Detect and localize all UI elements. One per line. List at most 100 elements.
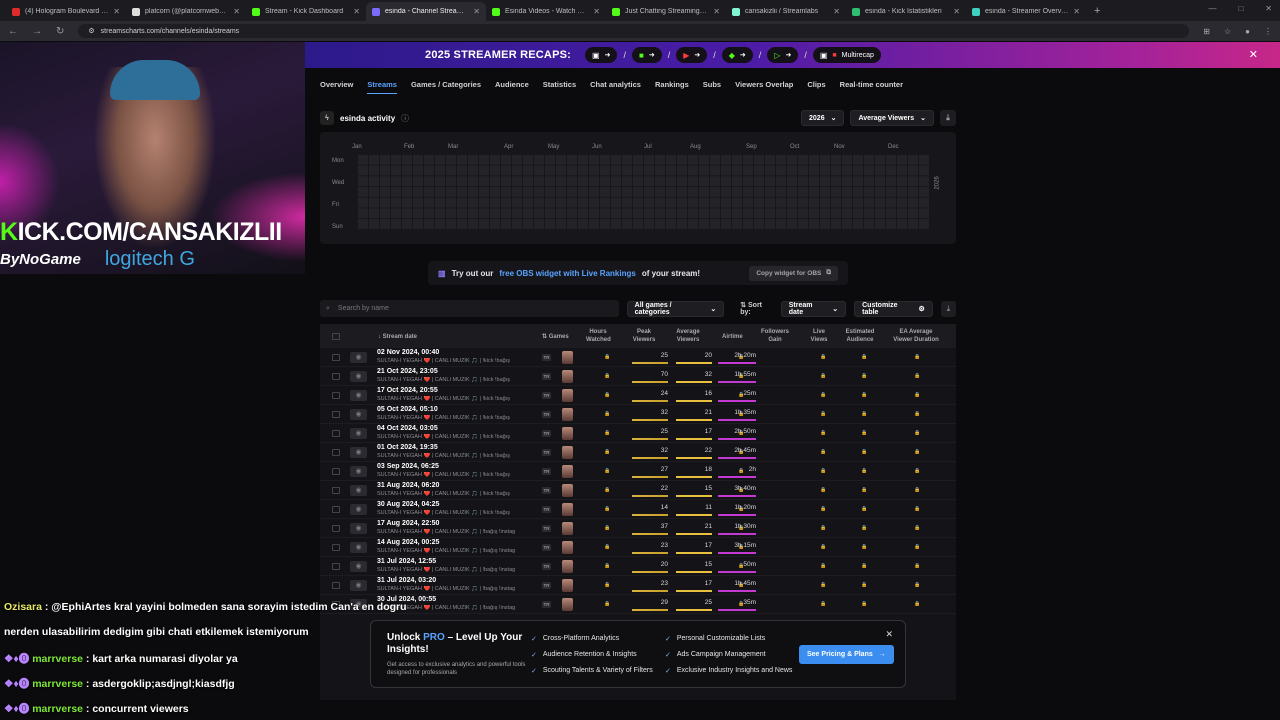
game-thumbnail[interactable]	[562, 408, 573, 421]
maximize-icon[interactable]: □	[1238, 4, 1243, 13]
col-games[interactable]: ⇅ Games	[542, 333, 569, 341]
translate-icon[interactable]: ⊞	[1203, 27, 1210, 36]
watch-icon[interactable]: ◉	[350, 485, 367, 496]
nav-tab-statistics[interactable]: Statistics	[543, 80, 576, 94]
sort-select[interactable]: Stream date ⌄	[780, 300, 847, 317]
game-thumbnail[interactable]	[562, 503, 573, 516]
browser-tab[interactable]: esinda - Channel Streams on Tw ✕	[366, 2, 486, 21]
browser-tab[interactable]: cansakizlii / Streamlabs ✕	[726, 2, 846, 21]
col-airtime[interactable]: Airtime	[722, 333, 743, 341]
minimize-icon[interactable]: —	[1208, 4, 1216, 13]
table-row[interactable]: ◉ 31 Jul 2024, 12:55 SULTAN-I YEGAH ❤️ | C…	[320, 557, 956, 576]
site-info-icon[interactable]: ⚙	[88, 27, 94, 35]
games-filter-select[interactable]: All games / categories ⌄	[626, 300, 725, 317]
browser-tab[interactable]: (4) Hologram Boulevard - Y ✕	[6, 2, 126, 21]
table-row[interactable]: ◉ 30 Aug 2024, 04:25 SULTAN-I YEGAH ❤️ | C…	[320, 500, 956, 519]
recap-pill-1[interactable]: ▣ ➜	[585, 47, 618, 63]
close-window-icon[interactable]: ✕	[1265, 4, 1272, 13]
browser-menu-icon[interactable]: ⋮	[1264, 27, 1272, 36]
nav-tab-clips[interactable]: Clips	[807, 80, 825, 94]
watch-icon[interactable]: ◉	[350, 447, 367, 458]
metric-select[interactable]: Average Viewers ⌄	[850, 110, 934, 126]
close-tab-icon[interactable]: ✕	[1073, 7, 1080, 16]
game-thumbnail[interactable]	[562, 598, 573, 611]
watch-icon[interactable]: ◉	[350, 580, 367, 591]
profile-avatar[interactable]: ●	[1245, 27, 1250, 36]
row-checkbox[interactable]	[332, 411, 340, 418]
row-checkbox[interactable]	[332, 449, 340, 456]
watch-icon[interactable]: ◉	[350, 561, 367, 572]
col-live-views[interactable]: Live Views	[808, 328, 830, 344]
table-row[interactable]: ◉ 17 Oct 2024, 20:55 SULTAN-I YEGAH ❤️ | C…	[320, 386, 956, 405]
col-ea-avg-duration[interactable]: EA Average Viewer Duration	[892, 328, 940, 344]
see-pricing-button[interactable]: See Pricing & Plans →	[799, 645, 894, 664]
watch-icon[interactable]: ◉	[350, 504, 367, 515]
year-select[interactable]: 2026 ⌄	[801, 110, 845, 126]
col-hours-watched[interactable]: Hours Watched	[586, 328, 611, 344]
col-average-viewers[interactable]: Average Viewers	[674, 328, 702, 344]
recap-pill-kick-2[interactable]: ◆ ➜	[721, 47, 753, 63]
watch-icon[interactable]: ◉	[350, 371, 367, 382]
watch-icon[interactable]: ◉	[350, 428, 367, 439]
watch-icon[interactable]: ◉	[350, 523, 367, 534]
multirecap-pill[interactable]: ▣ ■ Multirecap	[812, 47, 881, 63]
download-icon[interactable]: ⤓	[940, 300, 956, 317]
new-tab-icon[interactable]: +	[1086, 2, 1108, 21]
close-tab-icon[interactable]: ✕	[593, 7, 600, 16]
close-tab-icon[interactable]: ✕	[713, 7, 720, 16]
game-thumbnail[interactable]	[562, 446, 573, 459]
table-row[interactable]: ◉ 30 Jul 2024, 00:55 SULTAN-I YEGAH ❤️ | C…	[320, 595, 956, 614]
watch-icon[interactable]: ◉	[350, 352, 367, 363]
table-row[interactable]: ◉ 31 Jul 2024, 03:20 SULTAN-I YEGAH ❤️ | C…	[320, 576, 956, 595]
row-checkbox[interactable]	[332, 430, 340, 437]
reload-icon[interactable]: ↻	[56, 26, 64, 37]
nav-tab-viewers-overlap[interactable]: Viewers Overlap	[735, 80, 793, 94]
nav-tab-games-categories[interactable]: Games / Categories	[411, 80, 481, 94]
close-tab-icon[interactable]: ✕	[953, 7, 960, 16]
col-peak-viewers[interactable]: Peak Viewers	[632, 328, 656, 344]
browser-tab[interactable]: platcorn (@platcornweb) / X ✕	[126, 2, 246, 21]
nav-tab-streams[interactable]: Streams	[367, 80, 397, 94]
table-row[interactable]: ◉ 04 Oct 2024, 03:05 SULTAN-I YEGAH ❤️ | C…	[320, 424, 956, 443]
recap-pill-youtube[interactable]: ▶ ➜	[676, 47, 708, 63]
watch-icon[interactable]: ◉	[350, 466, 367, 477]
table-row[interactable]: ◉ 01 Oct 2024, 19:35 SULTAN-I YEGAH ❤️ | C…	[320, 443, 956, 462]
row-checkbox[interactable]	[332, 392, 340, 399]
game-thumbnail[interactable]	[562, 484, 573, 497]
nav-tab-overview[interactable]: Overview	[320, 80, 353, 94]
customize-table-button[interactable]: Customize table ⚙	[854, 300, 933, 317]
nav-tab-subs[interactable]: Subs	[703, 80, 721, 94]
table-row[interactable]: ◉ 21 Oct 2024, 23:05 SULTAN-I YEGAH ❤️ | C…	[320, 367, 956, 386]
row-checkbox[interactable]	[332, 582, 340, 589]
row-checkbox[interactable]	[332, 525, 340, 532]
col-estimated-audience[interactable]: Estimated Audience	[844, 328, 876, 344]
game-thumbnail[interactable]	[562, 560, 573, 573]
browser-tab[interactable]: esinda - Streamer Overview & S ✕	[966, 2, 1086, 21]
browser-tab[interactable]: Esinda Videos - Watch On-Dem ✕	[486, 2, 606, 21]
recap-pill-rumble[interactable]: ▷ ➜	[767, 47, 799, 63]
nav-tab-chat-analytics[interactable]: Chat analytics	[590, 80, 641, 94]
browser-tab[interactable]: Just Chatting Streaming - Live ✕	[606, 2, 726, 21]
close-popup-icon[interactable]: ✕	[885, 629, 893, 640]
back-icon[interactable]: ←	[8, 26, 18, 37]
table-row[interactable]: ◉ 05 Oct 2024, 05:10 SULTAN-I YEGAH ❤️ | C…	[320, 405, 956, 424]
game-thumbnail[interactable]	[562, 579, 573, 592]
game-thumbnail[interactable]	[562, 427, 573, 440]
game-thumbnail[interactable]	[562, 351, 573, 364]
table-row[interactable]: ◉ 02 Nov 2024, 00:40 SULTAN-I YEGAH ❤️ | C…	[320, 348, 956, 367]
row-checkbox[interactable]	[332, 487, 340, 494]
watch-icon[interactable]: ◉	[350, 542, 367, 553]
game-thumbnail[interactable]	[562, 541, 573, 554]
game-thumbnail[interactable]	[562, 389, 573, 402]
close-banner-icon[interactable]: ✕	[1249, 48, 1258, 61]
row-checkbox[interactable]	[332, 468, 340, 475]
table-row[interactable]: ◉ 17 Aug 2024, 22:50 SULTAN-I YEGAH ❤️ | C…	[320, 519, 956, 538]
select-all-checkbox[interactable]	[332, 333, 340, 340]
game-thumbnail[interactable]	[562, 465, 573, 478]
game-thumbnail[interactable]	[562, 522, 573, 535]
watch-icon[interactable]: ◉	[350, 390, 367, 401]
watch-icon[interactable]: ◉	[350, 409, 367, 420]
row-checkbox[interactable]	[332, 506, 340, 513]
col-stream-date[interactable]: ↓ Stream date	[378, 333, 417, 341]
nav-tab-audience[interactable]: Audience	[495, 80, 529, 94]
